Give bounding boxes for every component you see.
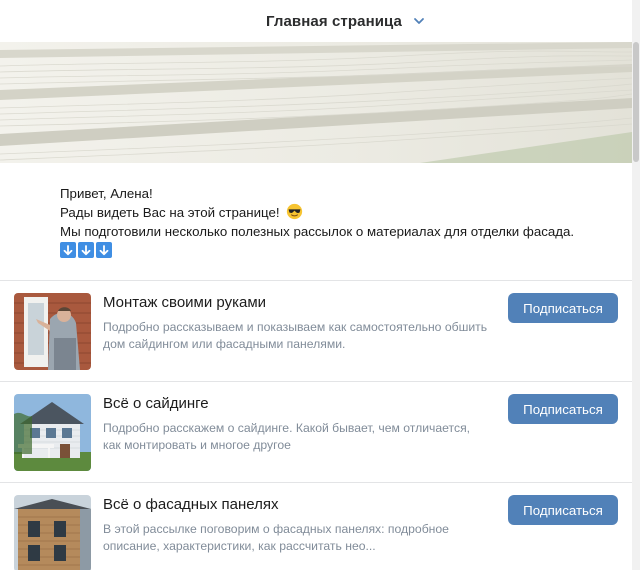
subscribe-button[interactable]: Подписаться — [508, 293, 618, 323]
scrollbar-thumb[interactable] — [633, 42, 639, 162]
house-siding-thumbnail — [14, 394, 91, 471]
down-arrow-icon — [96, 242, 112, 258]
subscription-title: Всё о сайдинге — [103, 395, 209, 412]
page-title-dropdown[interactable]: Главная страница — [266, 13, 426, 30]
subscribe-button[interactable]: Подписаться — [508, 394, 618, 424]
page-header: Главная страница — [0, 0, 632, 42]
subscription-item: Всё о сайдинге Подробно расскажем о сайд… — [0, 382, 632, 482]
subscription-description: В этой рассылке поговорим о фасадных пан… — [103, 522, 449, 553]
subscription-title: Монтаж своими руками — [103, 294, 267, 311]
siding-texture-image — [0, 42, 632, 163]
facade-panels-thumbnail — [14, 495, 91, 570]
cover-banner-image — [0, 42, 632, 163]
subscription-description: Подробно рассказываем и показываем как с… — [103, 320, 488, 351]
greeting-line-3: Мы подготовили несколько полезных рассыл… — [60, 224, 575, 239]
installation-thumbnail — [14, 293, 91, 370]
subscription-title: Всё о фасадных панелях — [103, 496, 279, 513]
subscription-item: Всё о фасадных панелях В этой рассылке п… — [0, 483, 632, 570]
page-title: Главная страница — [266, 12, 402, 30]
down-arrow-icon — [60, 242, 76, 258]
subscription-description: Подробно расскажем о сайдинге. Какой быв… — [103, 421, 471, 452]
greeting-block: Привет, Алена! Рады видеть Вас на этой с… — [60, 184, 574, 258]
scrollbar[interactable] — [632, 0, 640, 570]
greeting-line-2-text: Рады видеть Вас на этой странице! — [60, 205, 280, 220]
smiling-face-with-sunglasses-icon — [287, 203, 303, 220]
greeting-line-2: Рады видеть Вас на этой странице! — [60, 203, 574, 222]
chevron-down-icon — [414, 18, 424, 24]
subscribe-button[interactable]: Подписаться — [508, 495, 618, 525]
greeting-line-1: Привет, Алена! — [60, 186, 153, 201]
down-arrow-icon — [78, 242, 94, 258]
down-arrows-row — [60, 242, 574, 258]
subscription-item: Монтаж своими руками Подробно рассказыва… — [0, 281, 632, 381]
